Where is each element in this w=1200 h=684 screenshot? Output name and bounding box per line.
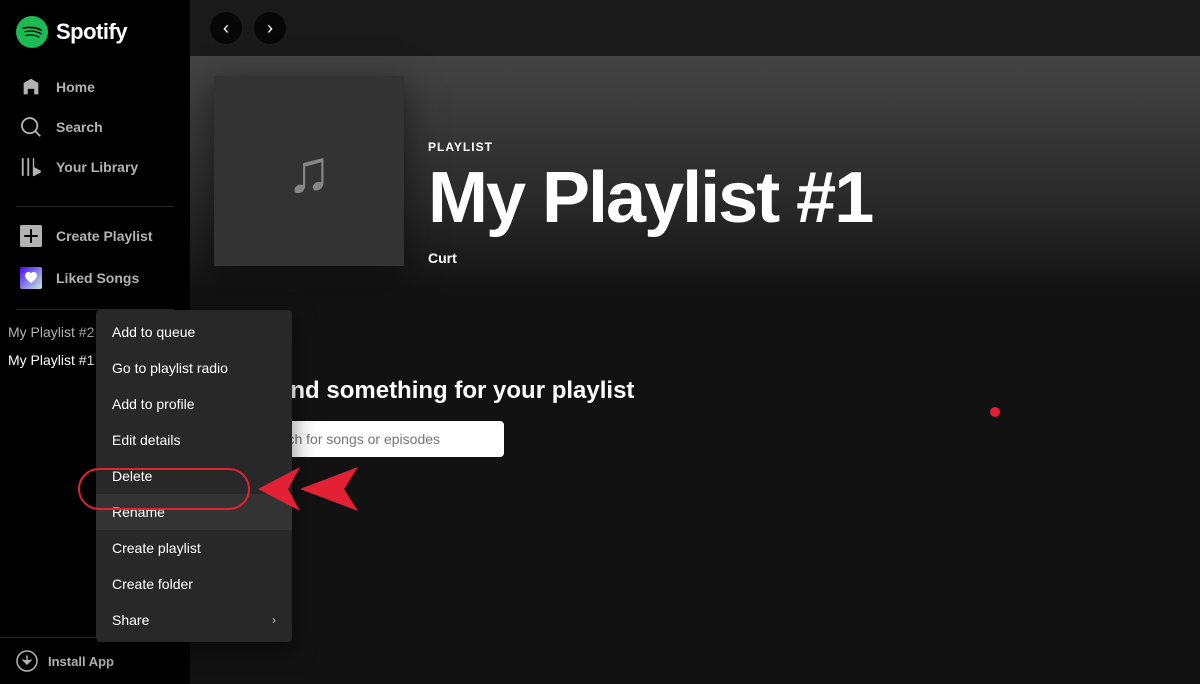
find-something-title: Let's find something for your playlist — [214, 377, 1176, 405]
playlist-art: ♫ — [214, 76, 404, 266]
spotify-logo[interactable]: Spotify — [16, 16, 178, 48]
ctx-create-folder[interactable]: Create folder — [96, 566, 292, 602]
playlist-title: My Playlist #1 — [428, 162, 1176, 234]
playlist-info: PLAYLIST My Playlist #1 Curt — [428, 140, 1176, 266]
ctx-add-to-queue[interactable]: Add to queue — [96, 314, 292, 350]
sidebar-item-library[interactable]: Your Library — [16, 148, 178, 186]
download-icon — [16, 650, 38, 672]
spotify-wordmark: Spotify — [56, 19, 127, 45]
ctx-create-playlist[interactable]: Create playlist — [96, 530, 292, 566]
search-label: Search — [56, 119, 103, 135]
ctx-edit-details[interactable]: Edit details — [96, 422, 292, 458]
share-submenu-chevron: › — [272, 613, 276, 627]
music-note-icon: ♫ — [287, 137, 332, 206]
create-playlist-action[interactable]: Create Playlist — [16, 217, 178, 255]
playlist-owner: Curt — [428, 250, 1176, 266]
sidebar-item-home[interactable]: Home — [16, 68, 178, 106]
sidebar-divider — [16, 206, 174, 207]
install-app-label: Install App — [48, 654, 114, 669]
create-playlist-label: Create Playlist — [56, 228, 153, 244]
song-search-input[interactable] — [258, 431, 490, 447]
find-something-section: Let's find something for your playlist 🔍 — [214, 357, 1176, 477]
red-dot-indicator — [990, 407, 1000, 417]
context-menu: Add to queue Go to playlist radio Add to… — [96, 310, 292, 642]
controls-bar: ... — [190, 294, 1200, 357]
search-icon — [20, 116, 42, 138]
create-playlist-icon — [20, 225, 42, 247]
ctx-go-to-playlist-radio[interactable]: Go to playlist radio — [96, 350, 292, 386]
liked-songs-label: Liked Songs — [56, 270, 139, 286]
home-label: Home — [56, 79, 95, 95]
ctx-rename[interactable]: Rename — [96, 494, 292, 530]
liked-songs-action[interactable]: Liked Songs — [16, 259, 178, 297]
home-icon — [20, 76, 42, 98]
spotify-logo-icon — [16, 16, 48, 48]
library-icon — [20, 156, 42, 178]
library-label: Your Library — [56, 159, 138, 175]
sidebar-item-search[interactable]: Search — [16, 108, 178, 146]
sidebar-bottom: Install App — [0, 637, 190, 684]
main-content: ‹ › ♫ PLAYLIST My Playlist #1 Curt ... L… — [190, 0, 1200, 684]
ctx-share[interactable]: Share › — [96, 602, 292, 638]
playlist-type-label: PLAYLIST — [428, 140, 1176, 154]
sidebar-top: Spotify Home Search Your Library — [0, 0, 190, 196]
ctx-add-to-profile[interactable]: Add to profile — [96, 386, 292, 422]
liked-songs-icon — [20, 267, 42, 289]
back-button[interactable]: ‹ — [210, 12, 242, 44]
hero-section: ♫ PLAYLIST My Playlist #1 Curt — [190, 56, 1200, 294]
ctx-delete[interactable]: Delete — [96, 458, 292, 494]
playlist-body: Let's find something for your playlist 🔍 — [190, 357, 1200, 684]
topbar: ‹ › — [190, 0, 1200, 56]
forward-button[interactable]: › — [254, 12, 286, 44]
install-app-button[interactable]: Install App — [16, 650, 174, 672]
